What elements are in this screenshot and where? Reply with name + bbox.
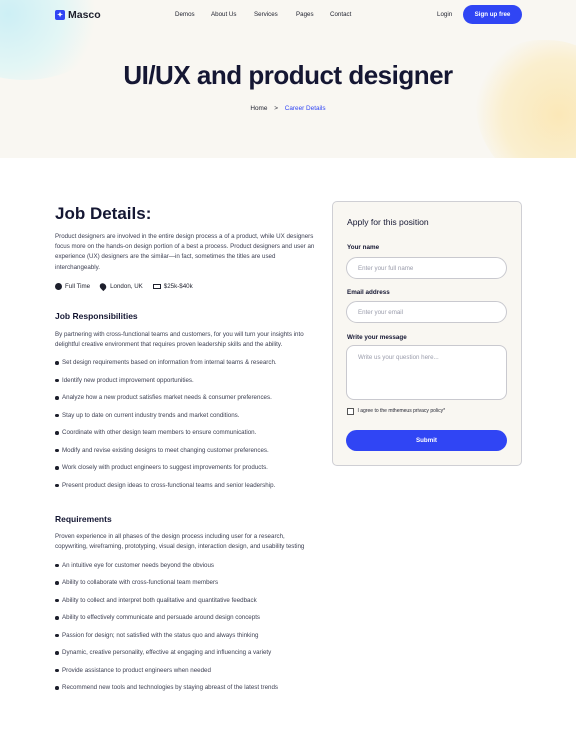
list-item: Stay up to date on current industry tren… [55, 411, 315, 429]
job-details-section: Job Details: Product designers are invol… [55, 204, 315, 701]
clock-icon [55, 282, 62, 290]
email-input[interactable]: Enter your email [346, 301, 507, 323]
decorative-blob-right [476, 40, 576, 158]
responsibilities-list: Set design requirements based on informa… [55, 358, 315, 498]
location-pin-icon [98, 281, 108, 291]
breadcrumb: Home > Career Details [0, 105, 576, 112]
job-location: London, UK [98, 281, 143, 291]
list-item: Recommend new tools and technologies by … [55, 683, 315, 701]
list-item: An intuitive eye for customer needs beyo… [55, 561, 315, 579]
requirements-list: An intuitive eye for customer needs beyo… [55, 561, 315, 701]
login-link[interactable]: Login [437, 11, 452, 18]
nav-link-demos[interactable]: Demos [175, 11, 195, 18]
submit-button[interactable]: Submit [346, 430, 507, 451]
privacy-label: I agree to the mthemeus privacy policy* [357, 408, 446, 415]
message-textarea[interactable]: Write us your question here... [346, 345, 507, 400]
nav-link-pages[interactable]: Pages [296, 11, 314, 18]
brand-logo[interactable]: ✦ Masco [55, 9, 101, 21]
requirements-heading: Requirements [55, 514, 112, 525]
list-item: Ability to collect and interpret both qu… [55, 596, 315, 614]
list-item: Coordinate with other design team member… [55, 428, 315, 446]
list-item: Set design requirements based on informa… [55, 358, 315, 376]
list-item: Work closely with product engineers to s… [55, 463, 315, 481]
breadcrumb-current: Career Details [284, 105, 326, 112]
job-details-heading: Job Details: [55, 204, 152, 223]
privacy-agreement[interactable]: I agree to the mthemeus privacy policy* [347, 408, 445, 415]
list-item: Analyze how a new product satisfies mark… [55, 393, 315, 411]
name-label: Your name [347, 244, 380, 251]
application-form: Apply for this position Your name Enter … [332, 201, 522, 466]
list-item: Passion for design; not satisfied with t… [55, 631, 315, 649]
job-type: Full Time [55, 282, 91, 290]
list-item: Provide assistance to product engineers … [55, 666, 315, 684]
responsibilities-intro: By partnering with cross-functional team… [55, 330, 304, 349]
form-title: Apply for this position [347, 217, 429, 227]
list-item: Modify and revise existing designs to me… [55, 446, 315, 464]
name-input[interactable]: Enter your full name [346, 257, 507, 279]
nav-link-services[interactable]: Services [254, 11, 278, 18]
email-label: Email address [347, 289, 390, 296]
job-salary-text: $25k-$40k [163, 282, 193, 290]
message-label: Write your message [347, 334, 407, 341]
job-meta: Full Time London, UK $25k-$40k [55, 281, 315, 291]
list-item: Ability to effectively communicate and p… [55, 613, 315, 631]
list-item: Present product design ideas to cross-fu… [55, 481, 315, 499]
list-item: Dynamic, creative personality, effective… [55, 648, 315, 666]
list-item: Identify new product improvement opportu… [55, 376, 315, 394]
job-location-text: London, UK [110, 282, 143, 290]
privacy-checkbox[interactable] [347, 408, 354, 415]
requirements-intro: Proven experience in all phases of the d… [55, 533, 305, 551]
breadcrumb-home[interactable]: Home [250, 105, 267, 112]
nav-link-contact[interactable]: Contact [330, 11, 351, 18]
breadcrumb-separator: > [274, 105, 278, 112]
nav-link-about-us[interactable]: About Us [211, 11, 236, 18]
money-icon [152, 283, 161, 289]
logo-icon: ✦ [55, 10, 65, 20]
logo-text: Masco [68, 9, 101, 21]
hero-banner: ✦ Masco Demos About Us Services Pages Co… [0, 0, 576, 158]
signup-button[interactable]: Sign up free [463, 5, 522, 24]
responsibilities-heading: Job Responsibilities [55, 310, 138, 321]
job-salary: $25k-$40k [152, 282, 193, 290]
job-intro-text: Product designers are involved in the en… [55, 233, 315, 271]
top-navigation: ✦ Masco Demos About Us Services Pages Co… [0, 0, 576, 30]
list-item: Ability to collaborate with cross-functi… [55, 578, 315, 596]
page-title: UI/UX and product designer [123, 60, 453, 90]
job-type-text: Full Time [65, 282, 91, 290]
